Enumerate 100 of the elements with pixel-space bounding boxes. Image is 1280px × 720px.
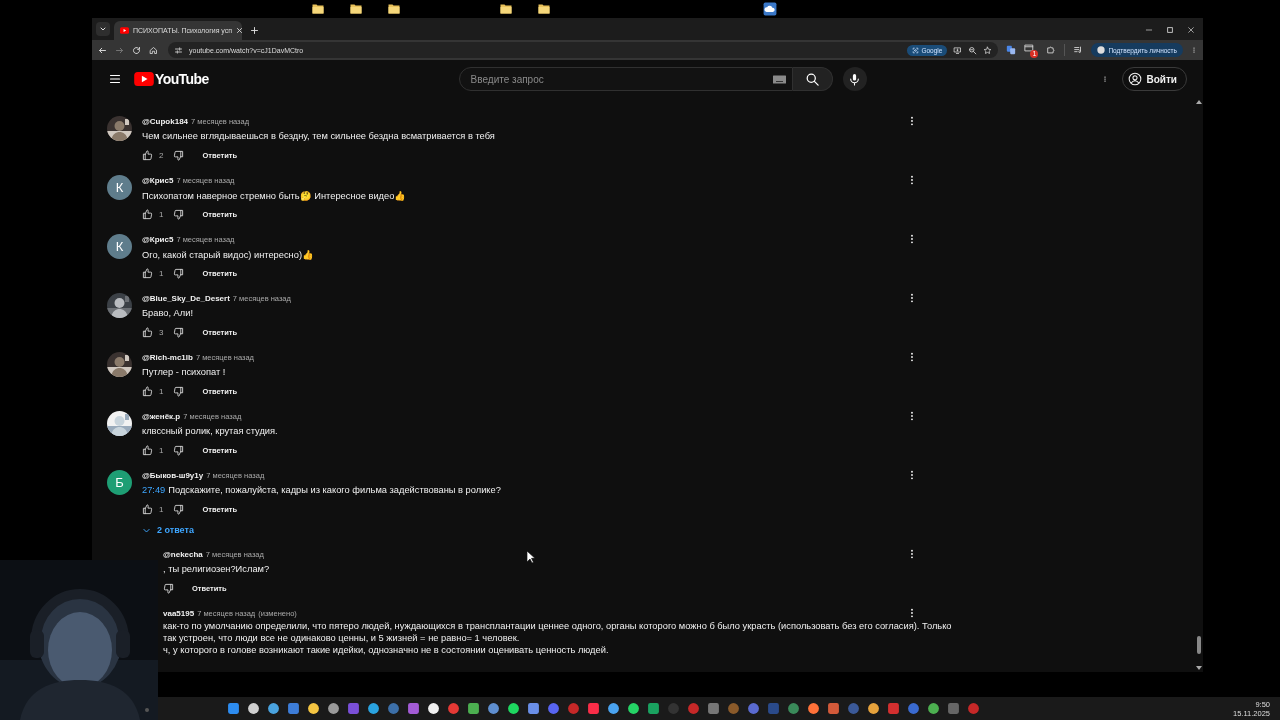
like-count: 1	[159, 445, 164, 455]
like-icon[interactable]	[142, 385, 153, 397]
voice-search-button[interactable]	[842, 67, 867, 91]
translate-icon[interactable]	[1006, 45, 1017, 55]
folder-icon	[387, 3, 401, 15]
search-button[interactable]	[792, 67, 833, 91]
reload-icon[interactable]	[132, 45, 141, 55]
like-icon[interactable]	[142, 267, 153, 279]
taskbar-app-icon[interactable]	[245, 700, 261, 717]
maximize-icon[interactable]	[1166, 26, 1174, 34]
dislike-icon[interactable]	[173, 149, 185, 161]
tab-search-button[interactable]	[96, 22, 110, 36]
search-input[interactable]: Введите запрос	[468, 72, 773, 86]
youtube-logo[interactable]: YouTube	[134, 71, 209, 87]
like-count: 3	[159, 327, 164, 337]
timestamp-link[interactable]: 27:49	[142, 485, 166, 495]
search-icon	[804, 71, 820, 87]
like-icon[interactable]	[142, 444, 153, 456]
taskbar-app-icon[interactable]	[305, 700, 321, 717]
close-icon[interactable]	[1187, 26, 1195, 34]
like-icon[interactable]	[142, 149, 153, 161]
site-info-icon	[174, 45, 183, 55]
taskbar-app-icon[interactable]	[625, 700, 641, 717]
avatar[interactable]: К	[107, 234, 132, 259]
like-count: 1	[159, 504, 164, 514]
comment-text: , ты религиозен?Ислам?	[163, 564, 270, 574]
back-icon[interactable]	[98, 45, 107, 55]
scroll-up-icon	[1196, 100, 1202, 104]
comment-author[interactable]: @Крис5	[142, 175, 174, 185]
star-icon[interactable]	[983, 45, 993, 55]
taskbar-app-icon[interactable]	[805, 700, 821, 717]
forward-icon[interactable]	[115, 45, 124, 55]
chevron-icon	[99, 25, 107, 33]
comment-text: Подскажите, пожалуйста, кадры из какого фильма задействованы в ролике?	[168, 485, 501, 495]
taskbar-app-icon[interactable]	[325, 700, 341, 717]
comment-author[interactable]: @Blue_Sky_De_Desert	[142, 293, 230, 303]
dislike-icon[interactable]	[173, 503, 185, 515]
microphone-icon	[848, 72, 862, 86]
window-icon	[1024, 42, 1035, 53]
comment-text: Психопатом наверное стремно быть🤔 Интересное видео👍	[142, 189, 407, 201]
like-icon[interactable]	[142, 326, 153, 338]
taskbar-app-icon[interactable]	[925, 700, 941, 717]
new-tab-icon[interactable]	[250, 26, 259, 35]
folder-icon	[349, 3, 363, 15]
dislike-icon[interactable]	[163, 582, 174, 594]
taskbar-app-icon[interactable]	[465, 700, 481, 717]
comment-text: как-то по умолчанию определили, что пятеро людей, нуждающихся в трансплантации ценнее одного, органы которого можно б было украсть (использовать без его согласия). Только	[163, 621, 952, 631]
taskbar-app-icon[interactable]	[605, 700, 621, 717]
taskbar-app-icon[interactable]	[425, 700, 441, 717]
play-logo-icon	[120, 27, 129, 34]
comment-author[interactable]: @Быков-ш9у1у	[142, 470, 204, 480]
minimize-icon[interactable]	[1145, 26, 1153, 34]
dislike-icon[interactable]	[173, 208, 185, 220]
comment-text: Чем сильнее вглядываешься в бездну, тем сильнее бездна всматривается в тебя	[142, 131, 495, 141]
keyboard-icon[interactable]	[772, 74, 786, 84]
like-count: 1	[159, 209, 164, 219]
cursor-icon	[527, 551, 535, 563]
comment-author[interactable]: @Крис5	[142, 234, 174, 244]
menu-icon[interactable]	[108, 73, 122, 85]
like-count: 1	[159, 386, 164, 396]
comment-text: так устроен, что люди все не одинаково ценны, и 5 жизней = не равно= 1 человек.	[163, 633, 520, 643]
comment-author[interactable]: @женёк.р	[142, 411, 181, 421]
home-icon[interactable]	[149, 45, 158, 55]
comment-author[interactable]: vaa5195	[163, 608, 195, 618]
like-count: 1	[159, 268, 164, 278]
comment-text: клвссный ролик, крутая студия.	[142, 426, 278, 436]
lens-icon	[912, 46, 920, 54]
taskbar-app-icon[interactable]	[265, 700, 281, 717]
close-icon[interactable]	[236, 27, 244, 34]
like-icon[interactable]	[142, 208, 153, 220]
search-field[interactable]: Введите запрос	[458, 67, 793, 91]
scrollbar[interactable]	[1195, 98, 1203, 672]
avatar[interactable]: К	[107, 175, 132, 200]
like-icon[interactable]	[142, 503, 153, 515]
comment-author[interactable]: @Rich-mc1lb	[142, 352, 193, 362]
dislike-icon[interactable]	[173, 267, 185, 279]
cloud-icon	[762, 2, 778, 16]
media-icon[interactable]	[1073, 45, 1084, 55]
comment-text: Ого, какой старый видос) интересно)👍	[142, 248, 314, 260]
install-icon[interactable]	[953, 45, 963, 55]
folder-icon	[499, 3, 513, 15]
comment-author[interactable]: @nekecha	[163, 549, 203, 559]
profile-icon	[1097, 46, 1106, 54]
zoom-icon[interactable]	[968, 45, 978, 55]
replies-toggle[interactable]: 2 ответа	[142, 520, 194, 540]
puzzle-icon[interactable]	[1046, 45, 1057, 55]
scroll-down-icon	[1196, 666, 1202, 670]
like-count: 2	[159, 150, 164, 160]
folder-icon	[537, 3, 551, 15]
comment-author[interactable]: @Cupok184	[142, 116, 189, 126]
dislike-icon[interactable]	[173, 326, 185, 338]
taskbar-app-icon[interactable]	[505, 700, 521, 717]
dislike-icon[interactable]	[173, 444, 185, 456]
dislike-icon[interactable]	[173, 385, 185, 397]
folder-icon	[311, 3, 325, 15]
comment-text: ч, у которого в голове возникают такие идейки, однозначно не в состоянии оценивать ценность людей.	[163, 645, 609, 655]
taskbar-app-icon[interactable]	[525, 700, 541, 717]
taskbar-app-icon[interactable]	[365, 700, 381, 717]
taskbar-app-icon[interactable]	[865, 700, 881, 717]
play-logo-icon	[134, 72, 154, 86]
